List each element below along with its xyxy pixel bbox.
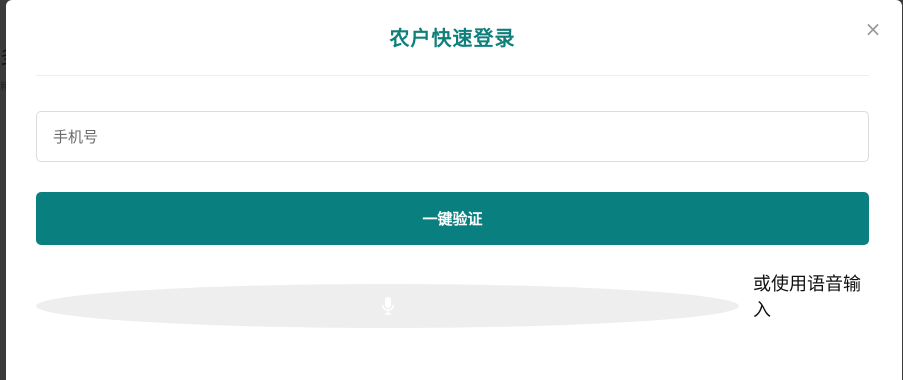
login-modal: 农户快速登录 × 一键验证 或使用语音输入: [6, 0, 902, 380]
one-click-verify-button[interactable]: 一键验证: [36, 192, 869, 245]
modal-header: 农户快速登录: [36, 0, 869, 76]
close-icon[interactable]: ×: [864, 19, 882, 39]
microphone-icon: [381, 297, 394, 315]
phone-input[interactable]: [36, 111, 869, 162]
voice-input-hint: 或使用语音输入: [753, 274, 861, 321]
verify-button-label: 一键验证: [422, 210, 483, 228]
modal-title: 农户快速登录: [389, 26, 516, 50]
voice-input-button[interactable]: [36, 284, 739, 328]
